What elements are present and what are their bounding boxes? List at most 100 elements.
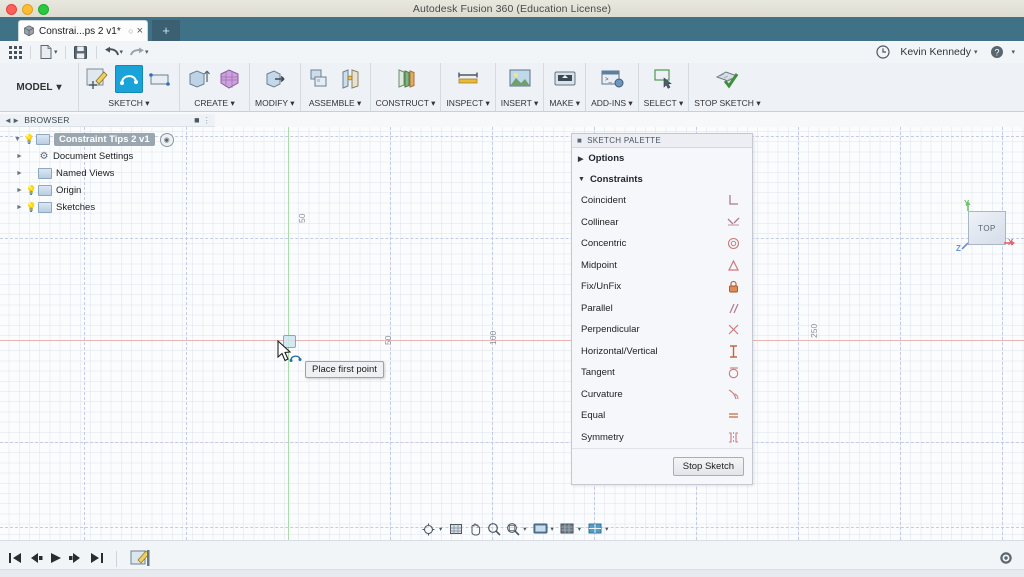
sketch-rectangle-icon[interactable] xyxy=(146,65,174,93)
constraint-symmetry[interactable]: Symmetry xyxy=(572,427,752,449)
fix-unfix-lock-icon[interactable] xyxy=(714,280,752,293)
tree-row-sketches[interactable]: ► 💡 Sketches xyxy=(0,199,215,216)
measure-icon[interactable] xyxy=(454,65,482,93)
viewports-caret[interactable]: ▾ xyxy=(605,525,608,533)
collapse-panel-icon[interactable]: ◄► xyxy=(4,116,20,125)
tree-row-root[interactable]: ▼ 💡 Constraint Tips 2 v1 ◉ xyxy=(0,131,215,148)
equal-constraint-icon[interactable] xyxy=(714,409,752,422)
constraint-concentric[interactable]: Concentric xyxy=(572,233,752,255)
panel-caret[interactable]: ▾ xyxy=(534,98,538,108)
sketch-palette-header[interactable]: ■ SKETCH PALETTE xyxy=(572,134,752,148)
tree-row-document-settings[interactable]: ► ⚙ Document Settings xyxy=(0,148,215,165)
save-icon[interactable] xyxy=(70,42,92,62)
panel-caret[interactable]: ▾ xyxy=(357,98,361,108)
constraint-midpoint[interactable]: Midpoint xyxy=(572,255,752,277)
panel-caret[interactable]: ▾ xyxy=(628,98,632,108)
viewports-icon[interactable] xyxy=(586,521,603,538)
tree-row-named-views[interactable]: ► Named Views xyxy=(0,165,215,182)
collapsed-triangle-icon[interactable]: ► xyxy=(14,187,25,194)
panel-caret[interactable]: ▾ xyxy=(486,98,490,108)
jump-start-icon[interactable] xyxy=(9,552,22,567)
create-sketch-icon[interactable] xyxy=(84,65,112,93)
constraint-curvature[interactable]: Curvature xyxy=(572,384,752,406)
expanded-triangle-icon[interactable]: ▼ xyxy=(12,136,23,143)
tree-row-origin[interactable]: ► 💡 Origin xyxy=(0,182,215,199)
mesh-box-icon[interactable] xyxy=(216,65,244,93)
redo-caret[interactable]: ▾ xyxy=(145,48,149,56)
timeline-sketch-feature-icon[interactable] xyxy=(130,548,152,571)
close-tab-icon[interactable]: × xyxy=(137,25,143,37)
close-window-button[interactable] xyxy=(6,4,17,15)
coincident-constraint-icon[interactable] xyxy=(714,194,752,207)
pan-hand-icon[interactable] xyxy=(466,521,483,538)
concentric-constraint-icon[interactable] xyxy=(714,237,752,250)
maximize-window-button[interactable] xyxy=(38,4,49,15)
constraint-perpendicular[interactable]: Perpendicular xyxy=(572,319,752,341)
undo-caret[interactable]: ▾ xyxy=(120,48,124,56)
orbit-caret[interactable]: ▾ xyxy=(439,525,442,533)
visibility-eye-icon[interactable]: ◉ xyxy=(159,132,174,147)
zoom-icon[interactable] xyxy=(485,521,502,538)
lightbulb-icon[interactable]: 💡 xyxy=(25,202,38,213)
document-tab[interactable]: Constrai...ps 2 v1* ○ × xyxy=(18,20,148,41)
orbit-icon[interactable] xyxy=(420,521,437,538)
zoom-window-caret[interactable]: ▾ xyxy=(523,525,526,533)
panel-caret[interactable]: ▾ xyxy=(290,98,294,108)
view-cube[interactable]: TOP Y X Z xyxy=(955,199,1017,259)
view-cube-face-top[interactable]: TOP xyxy=(968,211,1006,245)
recent-clock-icon[interactable] xyxy=(872,42,894,62)
constraint-horizontal-vertical[interactable]: Horizontal/Vertical xyxy=(572,341,752,363)
pan-grid-icon[interactable] xyxy=(447,521,464,538)
parallel-constraint-icon[interactable] xyxy=(714,302,752,315)
sketch-line-icon[interactable] xyxy=(115,65,143,93)
palette-section-options[interactable]: ▶ Options xyxy=(572,148,752,169)
new-component-icon[interactable] xyxy=(306,65,334,93)
panel-caret[interactable]: ▾ xyxy=(756,98,760,108)
scripts-addins-icon[interactable]: >_ xyxy=(598,65,626,93)
extrude-icon[interactable] xyxy=(185,65,213,93)
collapsed-triangle-icon[interactable]: ► xyxy=(14,204,25,211)
step-back-icon[interactable] xyxy=(29,552,43,567)
play-icon[interactable] xyxy=(50,552,62,567)
help-question-icon[interactable]: ? xyxy=(986,42,1008,62)
step-forward-icon[interactable] xyxy=(69,552,83,567)
panel-caret[interactable]: ▾ xyxy=(230,98,234,108)
perpendicular-constraint-icon[interactable] xyxy=(714,323,752,336)
offset-plane-icon[interactable] xyxy=(392,65,420,93)
panel-caret[interactable]: ▾ xyxy=(145,98,149,108)
panel-resize-grip-icon[interactable]: ⋮ xyxy=(203,116,211,125)
collinear-constraint-icon[interactable] xyxy=(714,216,752,229)
new-tab-button[interactable]: + xyxy=(152,20,180,41)
user-name-label[interactable]: Kevin Kennedy xyxy=(900,46,971,58)
minimize-window-button[interactable] xyxy=(22,4,33,15)
timeline-settings-gear-icon[interactable] xyxy=(999,551,1013,568)
stop-sketch-check-icon[interactable] xyxy=(713,65,741,93)
display-settings-icon[interactable] xyxy=(532,521,549,538)
constraint-coincident[interactable]: Coincident xyxy=(572,190,752,212)
constraint-parallel[interactable]: Parallel xyxy=(572,298,752,320)
grid-snaps-caret[interactable]: ▾ xyxy=(578,525,581,533)
joint-icon[interactable] xyxy=(337,65,365,93)
panel-caret[interactable]: ▾ xyxy=(576,98,580,108)
3d-print-icon[interactable] xyxy=(551,65,579,93)
symmetry-constraint-icon[interactable] xyxy=(714,431,752,444)
stop-sketch-button[interactable]: Stop Sketch xyxy=(672,457,744,476)
lightbulb-icon[interactable]: 💡 xyxy=(23,134,36,145)
user-menu-caret[interactable]: ▾ xyxy=(974,48,978,56)
insert-image-icon[interactable] xyxy=(506,65,534,93)
help-menu-caret[interactable]: ▾ xyxy=(1011,48,1015,56)
select-window-icon[interactable] xyxy=(649,65,677,93)
palette-section-constraints[interactable]: ▼ Constraints xyxy=(572,169,752,190)
collapsed-triangle-icon[interactable]: ► xyxy=(14,170,25,177)
new-document-caret[interactable]: ▾ xyxy=(54,48,58,56)
app-grid-icon[interactable] xyxy=(4,42,26,62)
press-pull-icon[interactable] xyxy=(261,65,289,93)
constraint-collinear[interactable]: Collinear xyxy=(572,212,752,234)
horizontal-vertical-constraint-icon[interactable] xyxy=(714,345,752,358)
collapsed-triangle-icon[interactable]: ► xyxy=(14,153,25,160)
constraint-equal[interactable]: Equal xyxy=(572,405,752,427)
curvature-constraint-icon[interactable] xyxy=(714,388,752,401)
grid-snaps-icon[interactable] xyxy=(559,521,576,538)
tangent-constraint-icon[interactable] xyxy=(714,366,752,379)
constraint-tangent[interactable]: Tangent xyxy=(572,362,752,384)
